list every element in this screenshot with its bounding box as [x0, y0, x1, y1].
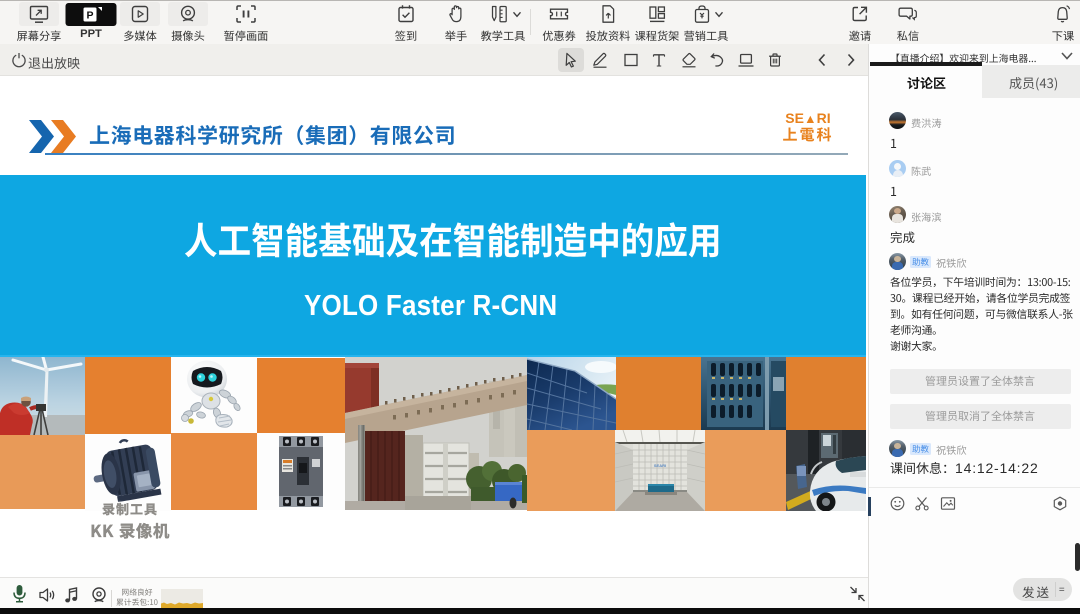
svg-text:SEARI: SEARI [654, 463, 666, 468]
svg-text:P: P [86, 9, 93, 21]
